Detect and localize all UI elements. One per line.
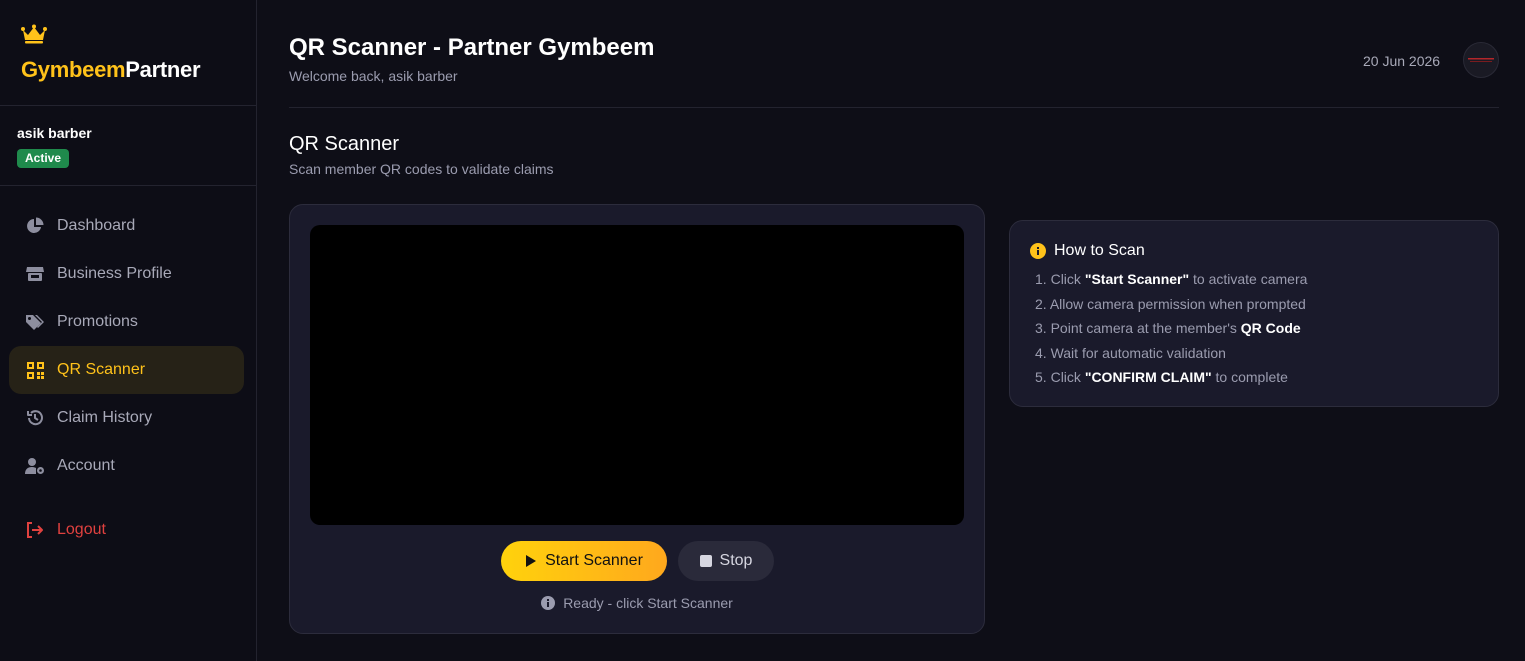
step-bold-text: "Start Scanner" — [1084, 271, 1190, 287]
step-number: 4. — [1035, 344, 1047, 361]
page-title: QR Scanner - Partner Gymbeem — [289, 34, 655, 61]
stop-icon — [699, 555, 712, 567]
status-badge: Active — [17, 149, 70, 168]
step-text: Point camera at the member's — [1050, 320, 1241, 336]
header-divider — [289, 107, 1499, 108]
step-text: Click — [1050, 271, 1085, 287]
tags-icon — [25, 312, 45, 332]
stop-button[interactable]: Stop — [678, 541, 774, 581]
list-item: 1. Click "Start Scanner" to activate cam… — [1035, 269, 1307, 294]
logout-button[interactable]: Logout — [9, 506, 244, 554]
user-name: asik barber — [17, 125, 92, 141]
how-to-scan-title: How to Scan — [1030, 242, 1145, 260]
user-gear-icon — [25, 456, 45, 476]
section-subtitle: Scan member QR codes to validate claims — [289, 161, 554, 177]
step-text: Allow camera permission when prompted — [1049, 295, 1306, 312]
play-icon — [525, 554, 537, 568]
logout-label: Logout — [57, 521, 106, 538]
step-text: to complete — [1211, 369, 1288, 385]
step-bold-text: "CONFIRM CLAIM" — [1084, 369, 1212, 385]
list-item: 5. Click "CONFIRM CLAIM" to complete — [1035, 367, 1307, 392]
scanner-status-text: Ready - click Start Scanner — [563, 595, 733, 611]
sidebar-item-business-profile[interactable]: Business Profile — [9, 250, 244, 298]
how-to-steps: 1. Click "Start Scanner" to activate cam… — [1035, 269, 1307, 392]
avatar[interactable] — [1463, 42, 1499, 78]
brand-name-part1: Gymbeem — [21, 57, 126, 82]
how-to-scan-title-text: How to Scan — [1054, 242, 1145, 259]
brand-name-part2: Partner — [125, 57, 201, 82]
store-icon — [25, 264, 45, 284]
crown-icon — [21, 24, 47, 44]
sidebar: GymbeemPartner asik barber Active Dashbo… — [0, 0, 257, 661]
list-item: 4. Wait for automatic validation — [1035, 343, 1307, 368]
sidebar-item-promotions[interactable]: Promotions — [9, 298, 244, 346]
sidebar-divider — [0, 105, 256, 106]
step-text: to activate camera — [1189, 271, 1308, 287]
sidebar-item-label: Dashboard — [57, 217, 136, 234]
section-title: QR Scanner — [289, 133, 400, 155]
sidebar-item-label: Business Profile — [57, 265, 172, 282]
avatar-logo-icon — [1468, 58, 1494, 62]
step-text: Click — [1050, 369, 1085, 385]
sidebar-item-qr-scanner[interactable]: QR Scanner — [9, 346, 244, 394]
start-scanner-label: Start Scanner — [545, 552, 643, 569]
step-number: 2. — [1035, 295, 1047, 312]
stop-label: Stop — [719, 552, 753, 569]
brand-name: GymbeemPartner — [21, 57, 201, 83]
qr-code-icon — [25, 360, 45, 380]
scanner-status: Ready - click Start Scanner — [290, 595, 984, 611]
step-bold-text: QR Code — [1240, 320, 1301, 336]
brand-logo[interactable]: GymbeemPartner — [21, 24, 201, 82]
sidebar-item-claim-history[interactable]: Claim History — [9, 394, 244, 442]
camera-preview — [310, 225, 964, 525]
start-scanner-button[interactable]: Start Scanner — [501, 541, 667, 581]
sidebar-item-label: Claim History — [57, 409, 153, 426]
step-number: 5. — [1035, 369, 1047, 385]
step-text: Wait for automatic validation — [1050, 344, 1226, 361]
history-icon — [25, 408, 45, 428]
step-number: 1. — [1035, 271, 1047, 287]
sidebar-item-account[interactable]: Account — [9, 442, 244, 490]
pie-chart-icon — [25, 216, 45, 236]
scanner-card: Start Scanner Stop Ready - click Start S… — [289, 204, 985, 634]
info-icon — [1030, 243, 1046, 259]
sidebar-item-label: QR Scanner — [57, 361, 146, 378]
current-date: 20 Jun 2026 — [1363, 53, 1441, 69]
sidebar-item-label: Promotions — [57, 313, 138, 330]
sidebar-item-dashboard[interactable]: Dashboard — [9, 202, 244, 250]
step-number: 3. — [1035, 320, 1047, 336]
list-item: 3. Point camera at the member's QR Code — [1035, 318, 1307, 343]
logout-icon — [25, 520, 45, 540]
sidebar-item-label: Account — [57, 457, 115, 474]
welcome-text: Welcome back, asik barber — [289, 68, 458, 84]
sidebar-divider — [0, 185, 256, 186]
info-icon — [541, 596, 556, 610]
list-item: 2. Allow camera permission when prompted — [1035, 294, 1307, 319]
how-to-scan-card: How to Scan 1. Click "Start Scanner" to … — [1009, 220, 1499, 407]
